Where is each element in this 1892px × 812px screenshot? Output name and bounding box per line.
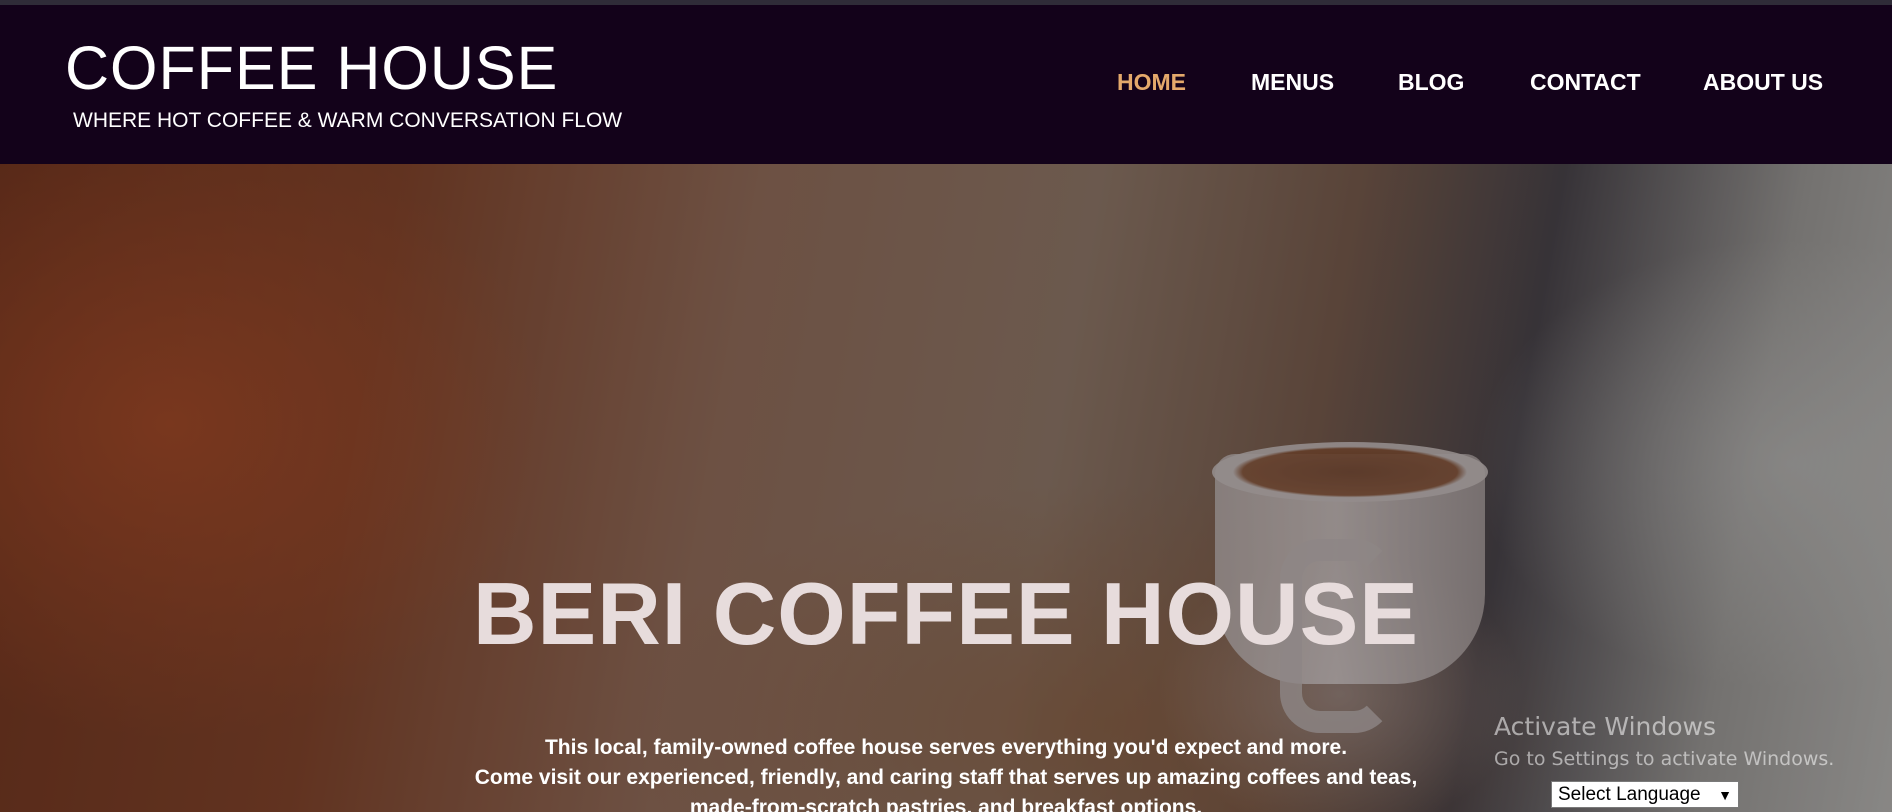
main-nav: HOME MENUS BLOG CONTACT ABOUT US xyxy=(0,69,1892,99)
nav-about-us-link[interactable]: ABOUT US xyxy=(1703,69,1823,96)
language-select-value: Select Language xyxy=(1558,783,1701,805)
site-tagline: WHERE HOT COFFEE & WARM CONVERSATION FLO… xyxy=(73,109,623,132)
chevron-down-icon: ▼ xyxy=(1718,786,1732,803)
activation-subtitle: Go to Settings to activate Windows. xyxy=(1494,748,1835,770)
nav-home-link[interactable]: HOME xyxy=(1117,69,1186,96)
windows-activation-watermark: Activate Windows Go to Settings to activ… xyxy=(1494,710,1834,774)
activation-title: Activate Windows xyxy=(1494,712,1716,741)
hero-title: BERI COFFEE HOUSE xyxy=(473,564,1419,663)
site-header: COFFEE HOUSE WHERE HOT COFFEE & WARM CON… xyxy=(0,5,1892,164)
language-select[interactable]: Select Language ▼ xyxy=(1551,781,1739,808)
nav-menus-link[interactable]: MENUS xyxy=(1251,69,1334,96)
nav-blog-link[interactable]: BLOG xyxy=(1398,69,1464,96)
nav-contact-link[interactable]: CONTACT xyxy=(1530,69,1641,96)
